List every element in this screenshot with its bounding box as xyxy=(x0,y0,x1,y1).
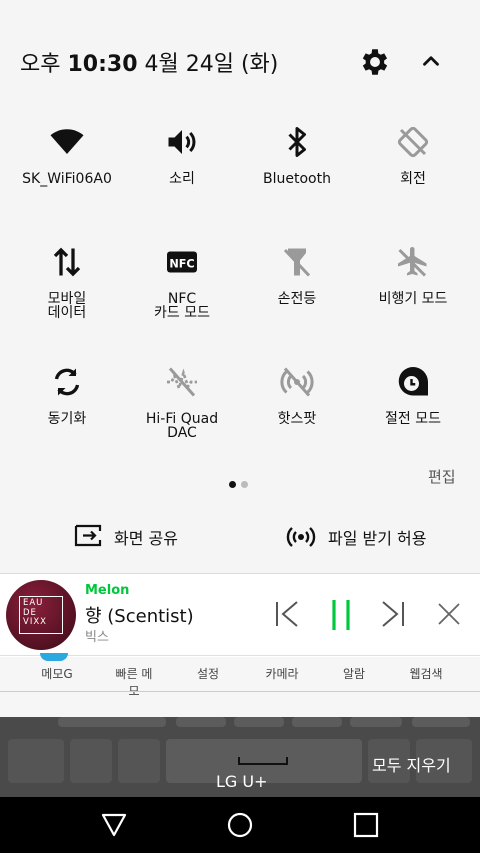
tile-label: Bluetooth xyxy=(263,171,331,187)
keyboard-key xyxy=(58,717,166,727)
screen-share-label: 화면 공유 xyxy=(114,529,178,548)
music-app-name: Melon xyxy=(85,583,130,598)
quickbar-item-camera[interactable]: 카메라 xyxy=(262,665,302,689)
tile-label: 회전 xyxy=(400,171,426,187)
navigation-bar xyxy=(0,797,480,853)
tile-hifi-dac[interactable]: Hi-Fi Quad DAC xyxy=(122,364,242,440)
tile-nfc[interactable]: NFC NFC 카드 모드 xyxy=(122,244,242,320)
keyboard-key xyxy=(176,717,226,727)
tile-label: SK_WiFi06A0 xyxy=(22,171,112,187)
hifi-dac-off-icon xyxy=(167,367,197,397)
keyboard-key xyxy=(292,717,342,727)
share-row: 화면 공유 파일 받기 허용 xyxy=(0,500,480,574)
tile-label: 절전 모드 xyxy=(385,411,441,427)
next-track-icon[interactable] xyxy=(378,598,408,630)
settings-key xyxy=(118,739,160,783)
recent-apps-icon[interactable] xyxy=(352,811,380,839)
page-dot-active xyxy=(229,481,236,488)
close-icon[interactable] xyxy=(436,601,462,627)
page-dot xyxy=(241,481,248,488)
file-receive-button[interactable]: 파일 받기 허용 xyxy=(286,522,427,552)
home-icon[interactable] xyxy=(226,811,254,839)
quickbar-item-alarm[interactable]: 알람 xyxy=(302,665,406,689)
tile-wifi[interactable]: SK_WiFi06A0 xyxy=(7,124,127,186)
album-art-text: EAU DE VIXX xyxy=(19,596,63,634)
mobile-data-icon xyxy=(53,247,81,277)
sync-icon xyxy=(54,368,80,396)
tile-label: 모바일 데이터 xyxy=(47,291,87,321)
volume-icon xyxy=(168,130,196,154)
quick-tiles-grid: SK_WiFi06A0 소리 Bluetooth 회전 모바일 데이터 NFC … xyxy=(0,110,480,500)
album-art: EAU DE VIXX xyxy=(6,580,76,650)
collapse-chevron-icon[interactable] xyxy=(418,48,444,74)
tile-sync[interactable]: 동기화 xyxy=(7,364,127,426)
page-indicator xyxy=(229,473,253,492)
quickbar-item-memog[interactable]: 메모G xyxy=(0,665,114,689)
divider xyxy=(0,691,480,692)
edit-button[interactable]: 편집 xyxy=(428,466,456,487)
quickbar-item-quickmemo[interactable]: 빠른 메모 xyxy=(114,665,154,698)
quick-launch-bar: 메모G 빠른 메모 설정 카메라 알람 웹검색 xyxy=(0,665,480,698)
tile-label: 동기화 xyxy=(47,411,87,427)
hotspot-off-icon xyxy=(280,367,314,397)
keyboard-background: 모두 지우기 LG U+ xyxy=(0,717,480,797)
carrier-label: LG U+ xyxy=(216,772,268,791)
app-edge-decoration xyxy=(40,653,68,661)
music-notification[interactable]: EAU DE VIXX Melon 향 (Scentist) 빅스 xyxy=(0,576,480,656)
tile-hotspot[interactable]: 핫스팟 xyxy=(237,364,357,426)
screen-share-button[interactable]: 화면 공유 xyxy=(74,522,178,552)
nfc-icon: NFC xyxy=(167,251,197,273)
date-label: 4월 24일 (화) xyxy=(144,52,279,77)
date-time: 오후 10:30 4월 24일 (화) xyxy=(20,46,278,78)
background-app: 메모G 빠른 메모 설정 카메라 알람 웹검색 xyxy=(0,653,480,717)
rotation-lock-icon xyxy=(397,126,429,158)
previous-track-icon[interactable] xyxy=(272,598,302,630)
keyboard-key xyxy=(350,717,402,727)
tile-sound[interactable]: 소리 xyxy=(122,124,242,186)
quickbar-item-websearch[interactable]: 웹검색 xyxy=(406,665,446,689)
track-title: 향 (Scentist) xyxy=(85,606,194,627)
keyboard-key xyxy=(234,717,284,727)
tile-label: 소리 xyxy=(169,171,195,187)
tile-rotation[interactable]: 회전 xyxy=(353,124,473,186)
language-key xyxy=(70,739,112,783)
tile-label: 손전등 xyxy=(277,291,317,307)
tile-label: Hi-Fi Quad DAC xyxy=(145,411,219,441)
airplane-off-icon xyxy=(398,247,427,277)
settings-gear-icon[interactable] xyxy=(358,45,392,79)
flashlight-off-icon xyxy=(283,248,311,277)
pause-icon[interactable] xyxy=(328,598,354,632)
tile-label: 핫스팟 xyxy=(277,411,317,427)
tile-battery-saver[interactable]: 절전 모드 xyxy=(353,364,473,426)
tile-mobile-data[interactable]: 모바일 데이터 xyxy=(7,244,127,320)
back-icon[interactable] xyxy=(100,811,128,839)
tile-flashlight[interactable]: 손전등 xyxy=(237,244,357,306)
quick-settings-header: 오후 10:30 4월 24일 (화) xyxy=(0,0,480,110)
wireless-receive-icon xyxy=(286,527,316,547)
svg-text:NFC: NFC xyxy=(169,257,194,270)
tile-label: 비행기 모드 xyxy=(378,291,448,307)
track-artist: 빅스 xyxy=(85,630,109,645)
tile-airplane[interactable]: 비행기 모드 xyxy=(353,244,473,306)
keyboard-key xyxy=(412,717,470,727)
tile-bluetooth[interactable]: Bluetooth xyxy=(237,124,357,186)
quickbar-item-settings[interactable]: 설정 xyxy=(154,665,262,689)
time-label: 10:30 xyxy=(67,52,138,77)
screen-share-icon xyxy=(74,524,102,547)
bluetooth-icon xyxy=(288,127,306,157)
ampm-label: 오후 xyxy=(20,52,61,77)
wifi-icon xyxy=(50,129,84,154)
clear-all-button[interactable]: 모두 지우기 xyxy=(372,752,451,776)
space-bar-icon xyxy=(238,757,288,765)
tile-label: NFC 카드 모드 xyxy=(154,291,210,321)
emoji-key xyxy=(8,739,64,783)
battery-saver-icon xyxy=(398,367,428,396)
file-receive-label: 파일 받기 허용 xyxy=(328,529,427,548)
